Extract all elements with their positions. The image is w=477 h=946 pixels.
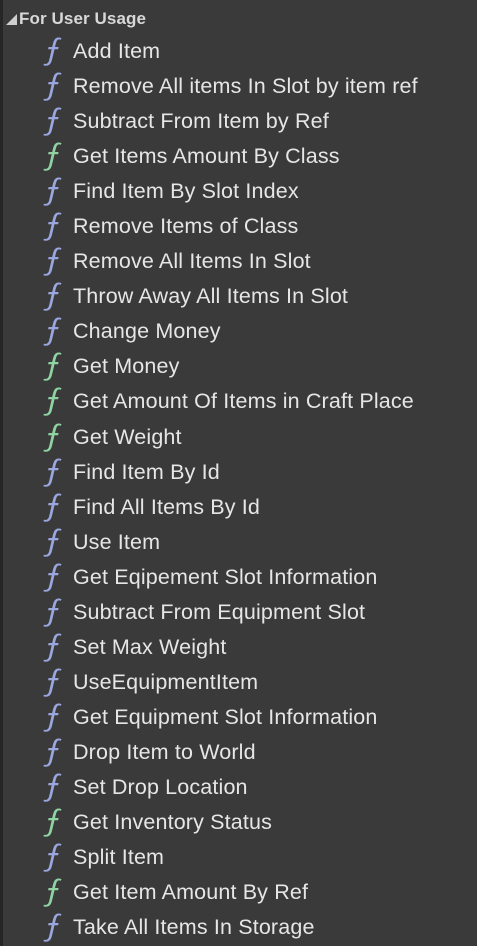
function-icon	[39, 737, 67, 767]
category-header-for-user-usage[interactable]: For User Usage	[6, 6, 146, 32]
function-label: Subtract From Equipment Slot	[73, 599, 366, 624]
function-icon	[39, 246, 67, 277]
function-icon	[39, 912, 67, 942]
function-label: Remove All Items In Slot	[73, 249, 311, 274]
function-label: Subtract From Item by Ref	[73, 109, 329, 134]
function-item-subtract-from-item-by-ref[interactable]: Subtract From Item by Ref	[0, 103, 477, 138]
pure-function-icon	[39, 386, 67, 417]
function-icon	[39, 527, 67, 557]
function-item-drop-item-to-world[interactable]: Drop Item to World	[0, 734, 477, 769]
function-icon	[39, 316, 67, 347]
function-item-get-item-amount-by-ref[interactable]: Get Item Amount By Ref	[0, 874, 477, 909]
function-item-remove-items-of-class[interactable]: Remove Items of Class	[0, 208, 477, 243]
collapse-triangle-icon[interactable]	[6, 14, 17, 25]
function-item-take-all-items-in-storage[interactable]: Take All Items In Storage	[0, 909, 477, 944]
category-label: For User Usage	[19, 9, 147, 28]
function-item-get-money[interactable]: Get Money	[0, 348, 477, 383]
function-icon	[39, 176, 67, 206]
function-label: Get Equipment Slot Information	[73, 704, 378, 729]
function-label: UseEquipmentItem	[73, 669, 259, 694]
function-label: Remove All items In Slot by item ref	[73, 74, 418, 99]
function-item-split-item[interactable]: Split Item	[0, 839, 477, 874]
function-label: Find Item By Slot Index	[73, 179, 299, 204]
function-list: Add Item Remove All items In Slot by ite…	[0, 33, 477, 944]
function-label: Remove Items of Class	[73, 214, 299, 239]
function-label: Find Item By Id	[73, 459, 220, 484]
function-label: Get Items Amount By Class	[73, 144, 340, 169]
function-icon	[39, 36, 67, 66]
function-icon	[39, 457, 67, 487]
function-label: Get Money	[73, 354, 180, 379]
function-icon	[39, 842, 67, 872]
function-item-remove-all-items-in-slot[interactable]: Remove All Items In Slot	[0, 243, 477, 278]
function-label: Get Inventory Status	[73, 810, 272, 835]
function-icon	[39, 211, 67, 241]
function-item-find-all-items-by-id[interactable]: Find All Items By Id	[0, 489, 477, 524]
function-item-remove-all-items-in-slot-by-item-ref[interactable]: Remove All items In Slot by item ref	[0, 68, 477, 103]
function-label: Get Eqipement Slot Information	[73, 564, 378, 589]
function-icon	[39, 492, 67, 522]
function-label: Take All Items In Storage	[73, 915, 315, 940]
function-item-get-eqipement-slot-information[interactable]: Get Eqipement Slot Information	[0, 559, 477, 594]
function-label: Get Item Amount By Ref	[73, 880, 309, 905]
function-label: Add Item	[73, 39, 161, 63]
function-label: Get Amount Of Items in Craft Place	[73, 389, 414, 414]
function-label: Change Money	[73, 319, 221, 344]
function-item-get-equipment-slot-information[interactable]: Get Equipment Slot Information	[0, 699, 477, 734]
function-item-change-money[interactable]: Change Money	[0, 313, 477, 348]
function-item-find-item-by-id[interactable]: Find Item By Id	[0, 454, 477, 489]
function-icon	[39, 281, 67, 312]
function-item-set-max-weight[interactable]: Set Max Weight	[0, 629, 477, 664]
function-item-get-items-amount-by-class[interactable]: Get Items Amount By Class	[0, 138, 477, 173]
function-icon	[39, 106, 67, 136]
function-item-useequipmentitem[interactable]: UseEquipmentItem	[0, 664, 477, 699]
pure-function-icon	[39, 141, 67, 171]
function-item-add-item[interactable]: Add Item	[0, 33, 477, 68]
function-icon	[39, 667, 67, 697]
function-label: Find All Items By Id	[73, 494, 261, 519]
function-item-set-drop-location[interactable]: Set Drop Location	[0, 769, 477, 804]
function-icon	[39, 772, 67, 802]
function-icon	[39, 597, 67, 627]
function-item-get-amount-of-items-in-craft-place[interactable]: Get Amount Of Items in Craft Place	[0, 383, 477, 418]
pure-function-icon	[39, 351, 67, 382]
function-item-use-item[interactable]: Use Item	[0, 524, 477, 559]
pure-function-icon	[39, 807, 67, 837]
function-label: Drop Item to World	[73, 739, 256, 764]
function-icon	[39, 702, 67, 732]
function-label: Set Drop Location	[73, 774, 248, 799]
function-icon	[39, 632, 67, 662]
pure-function-icon	[39, 422, 67, 452]
pure-function-icon	[39, 877, 67, 907]
function-label: Get Weight	[73, 424, 182, 449]
function-item-find-item-by-slot-index[interactable]: Find Item By Slot Index	[0, 173, 477, 208]
function-icon	[39, 562, 67, 592]
function-item-get-inventory-status[interactable]: Get Inventory Status	[0, 804, 477, 839]
function-item-throw-away-all-items-in-slot[interactable]: Throw Away All Items In Slot	[0, 278, 477, 313]
function-item-get-weight[interactable]: Get Weight	[0, 419, 477, 454]
function-item-subtract-from-equipment-slot[interactable]: Subtract From Equipment Slot	[0, 594, 477, 629]
function-label: Split Item	[73, 845, 165, 870]
function-label: Use Item	[73, 529, 161, 554]
function-icon	[39, 71, 67, 101]
function-label: Throw Away All Items In Slot	[73, 284, 349, 309]
function-label: Set Max Weight	[73, 634, 227, 659]
